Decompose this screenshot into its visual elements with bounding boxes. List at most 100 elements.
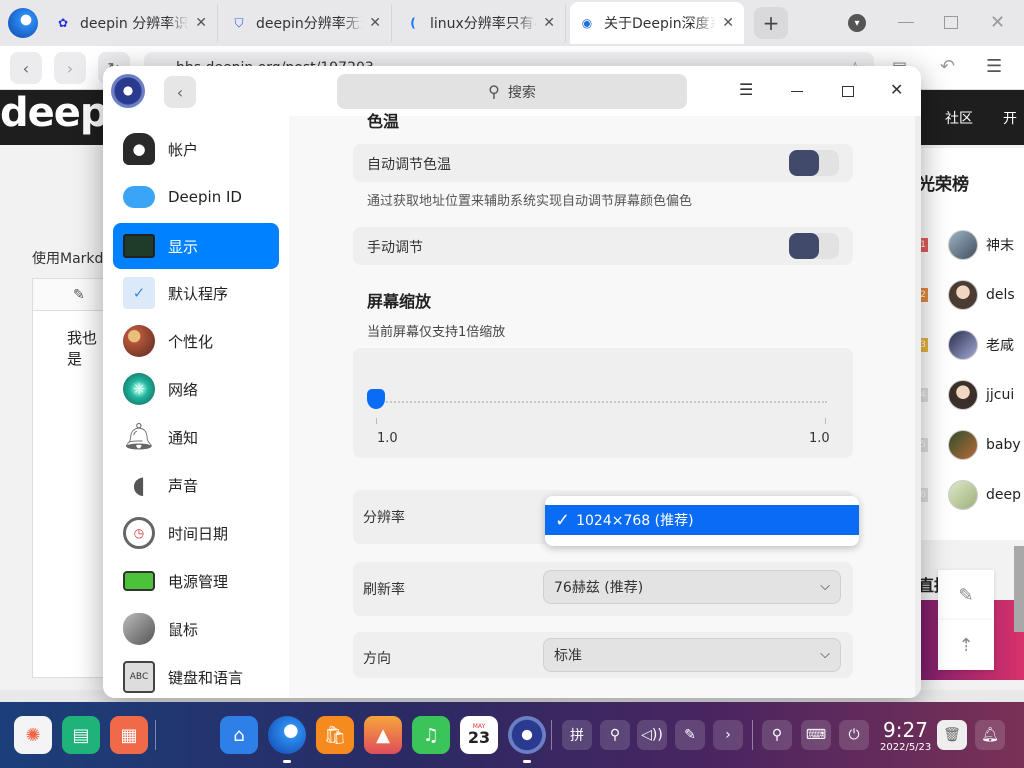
dock: ✺ ▤ ▦ ⌂ 🛍︎ ▲ ♫ MAY 23 拼 ⚲ ◁)) ✎ › ⚲ ⌨ ⏻ … <box>0 702 1024 768</box>
sidebar-item-notification[interactable]: 🔔︎ 通知 <box>113 414 279 460</box>
csdn-icon: ( <box>410 16 416 30</box>
undo-icon[interactable]: ↶ <box>940 56 955 77</box>
manual-adjust-row: 手动调节 <box>353 227 853 265</box>
ranking-row[interactable]: 3 老咸 <box>918 320 1024 370</box>
minimize-icon[interactable] <box>791 91 803 92</box>
scale-slider-card: 1.0 1.0 <box>353 348 853 458</box>
active-indicator <box>523 760 531 763</box>
auto-color-temp-row: 自动调节色温 <box>353 144 853 182</box>
sidebar-item-default-apps[interactable]: ✓ 默认程序 <box>113 270 279 316</box>
close-tab-icon[interactable]: ✕ <box>195 15 207 31</box>
maximize-icon[interactable] <box>842 86 854 97</box>
auto-color-temp-label: 自动调节色温 <box>367 157 451 173</box>
browser-menu-icon[interactable]: ☰ <box>986 56 1002 77</box>
edit-icon[interactable]: ✎ <box>73 287 85 303</box>
page-scrollbar[interactable] <box>1014 546 1024 632</box>
browser-logo-icon[interactable] <box>8 8 38 38</box>
maximize-icon[interactable] <box>944 16 958 29</box>
screenshot-pen-icon[interactable]: ✎ <box>675 720 705 750</box>
sidebar-item-account[interactable]: ● 帐户 <box>113 126 279 172</box>
tab-4-active[interactable]: ◉ 关于Deepin深度系 ✕ <box>570 2 744 44</box>
close-window-icon[interactable]: ✕ <box>990 12 1005 33</box>
search-icon[interactable]: ⚲ <box>762 720 792 750</box>
ranking-row[interactable]: 2 dels <box>918 270 1024 320</box>
minimize-icon[interactable] <box>898 22 914 23</box>
close-tab-icon[interactable]: ✕ <box>722 15 734 31</box>
new-tab-button[interactable]: + <box>754 7 788 39</box>
close-tab-icon[interactable]: ✕ <box>543 15 555 31</box>
tab-menu-icon[interactable]: ▾ <box>848 14 866 32</box>
orientation-select[interactable]: 标准 ⌵ <box>543 638 841 672</box>
slider-track <box>375 401 827 403</box>
keyboard-tray-icon[interactable]: ⌨ <box>801 720 831 750</box>
close-icon[interactable]: ✕ <box>890 80 903 99</box>
sidebar-item-label: 默认程序 <box>168 284 229 303</box>
tab-title: linux分辨率只有4 <box>430 16 538 32</box>
back-button[interactable]: ‹ <box>10 52 42 84</box>
site-nav-more[interactable]: 开 <box>1003 108 1017 128</box>
music-icon[interactable]: ♫ <box>412 716 450 754</box>
dock-separator <box>155 720 156 750</box>
sidebar-item-display[interactable]: 显示 <box>113 223 279 269</box>
sidebar-item-power[interactable]: 电源管理 <box>113 558 279 604</box>
close-tab-icon[interactable]: ✕ <box>369 15 381 31</box>
sidebar-item-datetime[interactable]: ◷ 时间日期 <box>113 510 279 556</box>
ranking-row[interactable]: 6 deep <box>918 470 1024 520</box>
avatar <box>948 480 978 510</box>
launcher-icon[interactable]: ✺ <box>14 716 52 754</box>
sidebar-item-personalization[interactable]: 个性化 <box>113 318 279 364</box>
sidebar-item-network[interactable]: ✳ 网络 <box>113 366 279 412</box>
tab-3[interactable]: ( linux分辨率只有4 ✕ <box>396 4 566 42</box>
switch-knob <box>789 233 819 259</box>
ranking-row[interactable]: 4 jjcui <box>918 370 1024 420</box>
sidebar-item-sound[interactable]: ◖ 声音 <box>113 462 279 508</box>
resolution-label: 分辨率 <box>363 510 405 526</box>
input-method-icon[interactable]: 拼 <box>562 720 592 750</box>
forward-button[interactable]: › <box>54 52 86 84</box>
chevron-down-icon: ⌵ <box>820 579 830 594</box>
refresh-rate-select[interactable]: 76赫兹 (推荐) ⌵ <box>543 570 841 604</box>
trash-icon[interactable]: 🗑︎ <box>937 720 967 750</box>
editor-box[interactable]: ✎ 我也是 <box>32 278 113 678</box>
scale-desc: 当前屏幕仅支持1倍缩放 <box>367 325 506 340</box>
clock-time[interactable]: 9:27 <box>883 718 928 742</box>
usb-icon[interactable]: ⚲ <box>600 720 630 750</box>
auto-color-temp-switch[interactable] <box>789 150 839 176</box>
app-store-icon[interactable]: 🛍︎ <box>316 716 354 754</box>
float-edit-button[interactable]: ✎ <box>938 570 994 620</box>
sidebar-item-deepin-id[interactable]: Deepin ID <box>113 174 279 220</box>
back-button[interactable]: ‹ <box>164 76 196 108</box>
site-nav-community[interactable]: 社区 <box>945 108 973 128</box>
tab-1[interactable]: ✿ deepin 分辨率识别 ✕ <box>46 4 218 42</box>
avatar <box>948 380 978 410</box>
resolution-option-selected[interactable]: ✓ 1024×768 (推荐) <box>545 505 859 535</box>
slider-handle[interactable] <box>367 389 385 409</box>
volume-icon[interactable]: ◁)) <box>637 720 667 750</box>
settings-content: 色温 自动调节色温 通过获取地址位置来辅助系统实现自动调节屏幕颜色偏色 手动调节… <box>289 112 921 698</box>
ranking-row[interactable]: 5 baby <box>918 420 1024 470</box>
expand-tray-icon[interactable]: › <box>713 720 743 750</box>
window-menu-icon[interactable]: ☰ <box>739 80 753 99</box>
calendar-icon[interactable]: MAY 23 <box>460 716 498 754</box>
sidebar-item-mouse[interactable]: 鼠标 <box>113 606 279 652</box>
power-icon[interactable]: ⏻ <box>839 720 869 750</box>
settings-scrollbar[interactable] <box>915 116 921 698</box>
ranking-row[interactable]: 1 神末 <box>918 220 1024 270</box>
sidebar-item-keyboard[interactable]: ABC 键盘和语言 <box>113 654 279 698</box>
browser-dock-icon[interactable] <box>268 716 306 754</box>
notification-center-icon[interactable]: 🔔︎ <box>975 720 1005 750</box>
manual-adjust-switch[interactable] <box>789 233 839 259</box>
color-temp-heading: 色温 <box>367 112 400 131</box>
avatar <box>948 330 978 360</box>
ranking-name: jjcui <box>986 387 1015 403</box>
workspace-icon[interactable]: ▦ <box>110 716 148 754</box>
control-center-dock-icon[interactable] <box>508 716 546 754</box>
check-icon: ✓ <box>555 509 571 531</box>
multitask-view-icon[interactable]: ▤ <box>62 716 100 754</box>
search-input[interactable]: ⚲ 搜索 <box>337 74 687 109</box>
file-manager-icon[interactable]: ⌂ <box>220 716 258 754</box>
tab-2[interactable]: ⛉ deepin分辨率无法 ✕ <box>222 4 392 42</box>
image-viewer-icon[interactable]: ▲ <box>364 716 402 754</box>
search-icon: ⚲ <box>488 82 500 101</box>
back-to-top-button[interactable]: ⇡ <box>938 620 994 670</box>
